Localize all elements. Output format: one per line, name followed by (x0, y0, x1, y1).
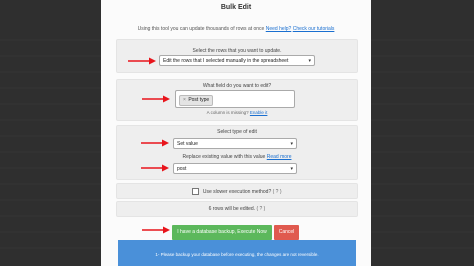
edit-type-value: Set value (177, 141, 198, 147)
arrow-right-icon (141, 164, 169, 172)
replace-value-current: post (177, 166, 187, 172)
tutorials-link[interactable]: Check our tutorials (293, 26, 335, 32)
cancel-button[interactable]: Cancel (274, 225, 299, 240)
rows-section: Select the rows that you want to update.… (116, 39, 358, 73)
field-multiselect[interactable]: × Post type (175, 90, 295, 108)
arrow-right-icon (141, 139, 169, 147)
intro-text: Using this tool you can update thousands… (137, 26, 265, 32)
replace-value-text: Replace existing value with this value (182, 154, 266, 160)
backup-notice: 1- Please backup your database before ex… (118, 240, 356, 266)
chevron-down-icon: ▾ (290, 141, 293, 147)
rows-count-help-icon[interactable]: ( ? ) (256, 206, 265, 212)
slower-method-row: Use slower execution method? ( ? ) (117, 188, 357, 195)
slower-method-checkbox[interactable] (192, 188, 200, 195)
replace-value-label: Replace existing value with this value R… (117, 154, 357, 160)
missing-column-note: A column is missing? Enable it (117, 110, 357, 115)
rows-select-value: Edit the rows that I selected manually i… (163, 58, 289, 64)
chevron-down-icon: ▾ (290, 166, 293, 172)
slower-method-label: Use slower execution method? (202, 188, 272, 195)
rows-count-section: 6 rows will be edited. ( ? ) (116, 201, 358, 217)
backup-notice-text: 1- Please backup your database before ex… (155, 252, 319, 257)
chip-remove-icon[interactable]: × (183, 97, 186, 103)
execute-now-button[interactable]: I have a database backup, Execute Now (172, 225, 272, 240)
chevron-down-icon: ▾ (308, 58, 311, 64)
chip-label: Post type (188, 97, 210, 103)
slower-help-icon[interactable]: ( ? ) (273, 189, 282, 195)
arrow-right-icon (142, 226, 170, 234)
edit-type-select[interactable]: Set value ▾ (173, 138, 297, 149)
arrow-right-icon (128, 57, 156, 65)
modal-intro: Using this tool you can update thousands… (101, 26, 371, 32)
missing-column-text: A column is missing? (206, 110, 249, 115)
modal-title: Bulk Edit (220, 4, 252, 11)
arrow-right-icon (142, 95, 170, 103)
enable-it-link[interactable]: Enable it (250, 110, 268, 115)
slower-method-section: Use slower execution method? ( ? ) (116, 183, 358, 199)
rows-select[interactable]: Edit the rows that I selected manually i… (159, 55, 315, 66)
edit-type-label: Select type of edit (217, 129, 257, 135)
read-more-link[interactable]: Read more (267, 154, 292, 160)
field-label: What field do you want to edit? (202, 83, 272, 89)
need-help-link[interactable]: Need help? (266, 26, 292, 32)
rows-count-row: 6 rows will be edited. ( ? ) (117, 206, 357, 212)
rows-count-text: 6 rows will be edited. (208, 206, 256, 212)
replace-value-select[interactable]: post ▾ (173, 163, 297, 174)
rows-label: Select the rows that you want to update. (192, 48, 282, 54)
field-chip[interactable]: × Post type (179, 95, 214, 106)
